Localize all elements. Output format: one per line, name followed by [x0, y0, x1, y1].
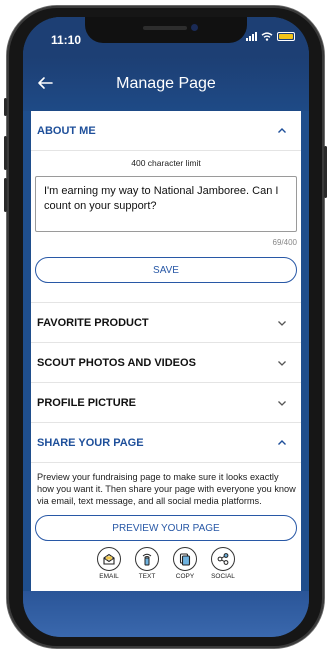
- share-email-button[interactable]: EMAIL: [94, 547, 124, 580]
- character-limit-label: 400 character limit: [131, 158, 201, 168]
- notch: [85, 17, 247, 43]
- wifi-icon: [261, 32, 273, 41]
- copy-icon: [173, 547, 197, 571]
- share-text-label: TEXT: [138, 573, 156, 580]
- volume-up-button: [4, 136, 7, 170]
- about-me-body: 400 character limit I'm earning my way t…: [31, 158, 301, 303]
- phone-screen: 11:10 Manage Page ABOUT ME 400 character…: [23, 17, 309, 637]
- page-title: Manage Page: [116, 75, 216, 92]
- share-copy-label: COPY: [175, 573, 195, 580]
- text-message-icon: [135, 547, 159, 571]
- battery-icon: [277, 32, 295, 41]
- manage-page-content: ABOUT ME 400 character limit I'm earning…: [31, 111, 301, 591]
- character-counter: 69/400: [272, 238, 297, 247]
- about-me-title: ABOUT ME: [37, 124, 96, 137]
- share-title: SHARE YOUR PAGE: [37, 436, 144, 449]
- share-email-label: EMAIL: [99, 573, 119, 580]
- email-icon: [97, 547, 121, 571]
- about-me-section-header[interactable]: ABOUT ME: [31, 111, 301, 151]
- profile-picture-title: PROFILE PICTURE: [37, 396, 137, 409]
- status-icons: [246, 32, 295, 41]
- scout-photos-section-header[interactable]: SCOUT PHOTOS AND VIDEOS: [31, 343, 301, 383]
- preview-page-button[interactable]: PREVIEW YOUR PAGE: [35, 515, 297, 541]
- chevron-down-icon: [278, 320, 286, 326]
- share-body: Preview your fundraising page to make su…: [31, 463, 301, 580]
- share-description: Preview your fundraising page to make su…: [37, 472, 296, 506]
- status-time: 11:10: [51, 33, 82, 47]
- signal-icon: [246, 32, 257, 41]
- favorite-product-title: FAVORITE PRODUCT: [37, 316, 149, 329]
- status-bar: 11:10: [23, 17, 309, 57]
- power-button: [324, 146, 327, 198]
- share-social-label: SOCIAL: [211, 573, 235, 580]
- camera: [191, 24, 198, 31]
- share-text-button[interactable]: TEXT: [132, 547, 162, 580]
- silent-switch: [4, 98, 7, 116]
- volume-down-button: [4, 178, 7, 212]
- share-social-button[interactable]: SOCIAL: [208, 547, 238, 580]
- chevron-down-icon: [278, 400, 286, 406]
- back-arrow-icon[interactable]: [37, 75, 53, 91]
- chevron-up-icon: [278, 439, 286, 445]
- about-me-textarea[interactable]: I'm earning my way to National Jamboree.…: [35, 176, 297, 232]
- share-section-header[interactable]: SHARE YOUR PAGE: [31, 423, 301, 463]
- chevron-up-icon: [278, 127, 286, 133]
- chevron-down-icon: [278, 360, 286, 366]
- share-copy-button[interactable]: COPY: [170, 547, 200, 580]
- app-header: Manage Page: [23, 57, 309, 111]
- share-options: EMAIL TEXT COPY SOCIAL: [31, 547, 301, 580]
- profile-picture-section-header[interactable]: PROFILE PICTURE: [31, 383, 301, 423]
- bottom-bar: [23, 591, 309, 637]
- speaker: [143, 26, 187, 30]
- scout-photos-title: SCOUT PHOTOS AND VIDEOS: [37, 356, 196, 369]
- save-button[interactable]: SAVE: [35, 257, 297, 283]
- social-share-icon: [211, 547, 235, 571]
- favorite-product-section-header[interactable]: FAVORITE PRODUCT: [31, 303, 301, 343]
